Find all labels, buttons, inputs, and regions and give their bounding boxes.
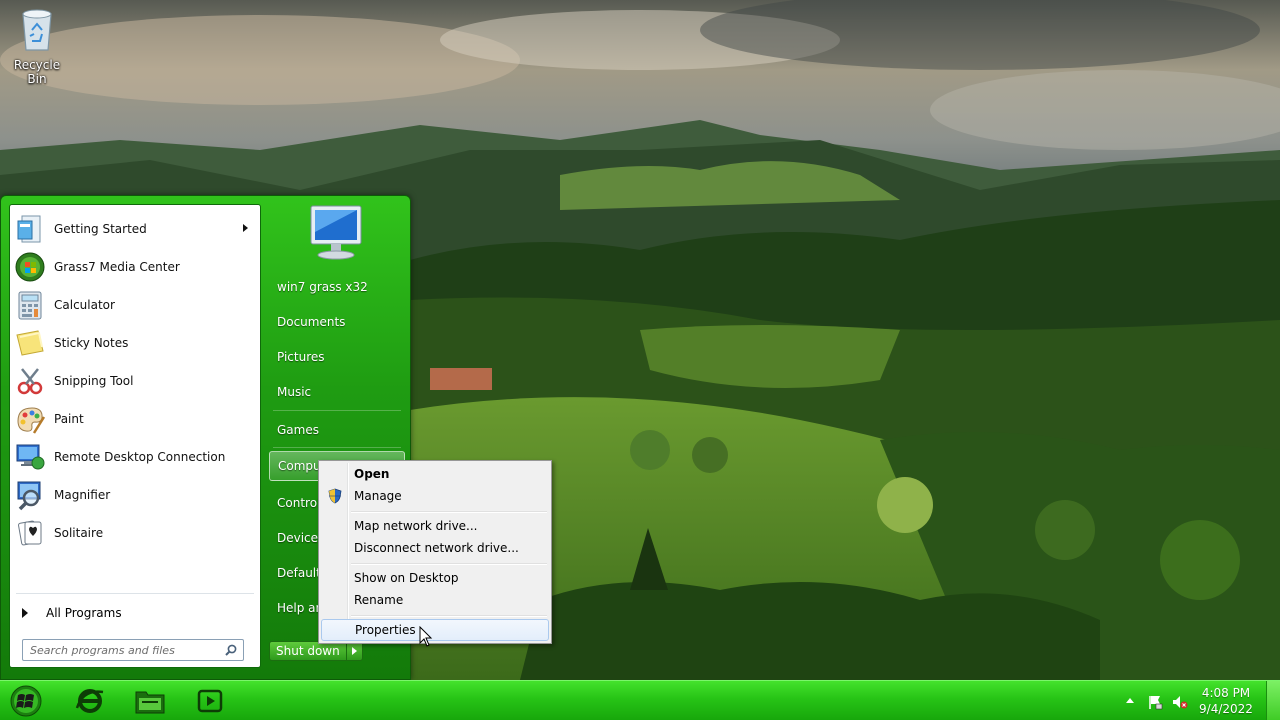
programs-pane: Getting Started Grass7 Media Center Calc… [9, 204, 261, 668]
program-calculator[interactable]: Calculator [12, 287, 258, 323]
clock-date: 9/4/2022 [1199, 702, 1253, 716]
shutdown-options-arrow-icon[interactable] [346, 641, 363, 661]
system-clock[interactable]: 4:08 PM 9/4/2022 [1196, 685, 1256, 717]
computer-picture-icon[interactable] [303, 202, 369, 262]
divider [351, 511, 547, 512]
snipping-tool-icon [17, 368, 43, 395]
all-programs-button[interactable]: All Programs [12, 601, 258, 625]
ctx-properties[interactable]: Properties [321, 619, 549, 641]
calculator-icon [18, 291, 42, 320]
start-button-windows-icon[interactable] [10, 685, 42, 717]
sticky-notes-icon [16, 330, 44, 356]
program-remote-desktop[interactable]: Remote Desktop Connection [12, 439, 258, 475]
divider [351, 615, 547, 616]
context-menu: Open Manage Map network drive... Disconn… [318, 460, 552, 644]
ctx-show-on-desktop[interactable]: Show on Desktop [321, 567, 549, 589]
taskbar-media-player[interactable] [190, 684, 230, 718]
start-documents[interactable]: Documents [269, 307, 405, 337]
start-music[interactable]: Music [269, 377, 405, 407]
uac-shield-icon [328, 488, 342, 504]
taskbar-internet-explorer[interactable] [70, 684, 110, 718]
program-paint[interactable]: Paint [12, 401, 258, 437]
start-games[interactable]: Games [269, 415, 405, 445]
start-user-name[interactable]: win7 grass x32 [269, 272, 405, 302]
search-icon[interactable] [225, 644, 237, 656]
paint-icon [17, 407, 46, 434]
shutdown-group: Shut down [269, 641, 363, 661]
desktop-icon-label: Recycle Bin [13, 58, 61, 86]
taskbar: 4:08 PM 9/4/2022 [0, 680, 1280, 720]
divider [273, 410, 401, 411]
start-pictures[interactable]: Pictures [269, 342, 405, 372]
media-center-icon [15, 252, 45, 282]
magnifier-icon [17, 481, 41, 511]
desktop-icon-recycle-bin[interactable]: Recycle Bin [4, 6, 70, 86]
media-player-icon [197, 689, 223, 713]
mouse-cursor-icon [419, 626, 433, 647]
clock-time: 4:08 PM [1201, 686, 1251, 700]
ctx-disconnect-network-drive[interactable]: Disconnect network drive... [321, 537, 549, 559]
shutdown-button[interactable]: Shut down [269, 641, 347, 661]
divider [351, 563, 547, 564]
program-solitaire[interactable]: Solitaire [12, 515, 258, 551]
remote-desktop-icon [16, 444, 45, 470]
recycle-bin-icon [22, 9, 52, 51]
getting-started-icon [17, 215, 41, 243]
divider [16, 593, 254, 594]
search-box[interactable] [22, 639, 244, 661]
divider [273, 447, 401, 448]
solitaire-icon [18, 520, 42, 546]
show-hidden-icons-arrow[interactable] [1126, 698, 1134, 703]
program-snipping-tool[interactable]: Snipping Tool [12, 363, 258, 399]
taskbar-windows-explorer[interactable] [130, 684, 170, 718]
folder-icon [135, 691, 165, 714]
submenu-arrow-icon [243, 224, 248, 232]
program-getting-started[interactable]: Getting Started [12, 211, 258, 247]
internet-explorer-icon [75, 689, 104, 713]
program-sticky-notes[interactable]: Sticky Notes [12, 325, 258, 361]
program-media-center[interactable]: Grass7 Media Center [12, 249, 258, 285]
show-desktop-button[interactable] [1266, 681, 1280, 720]
volume-muted-icon[interactable] [1172, 694, 1188, 710]
action-center-flag-icon[interactable] [1147, 694, 1163, 710]
ctx-map-network-drive[interactable]: Map network drive... [321, 515, 549, 537]
ctx-rename[interactable]: Rename [321, 589, 549, 611]
ctx-manage[interactable]: Manage [321, 485, 549, 507]
ctx-manage-label: Manage [354, 489, 402, 503]
ctx-open[interactable]: Open [321, 463, 549, 485]
program-magnifier[interactable]: Magnifier [12, 477, 258, 513]
search-input[interactable] [23, 640, 213, 660]
all-programs-arrow-icon [22, 608, 28, 618]
